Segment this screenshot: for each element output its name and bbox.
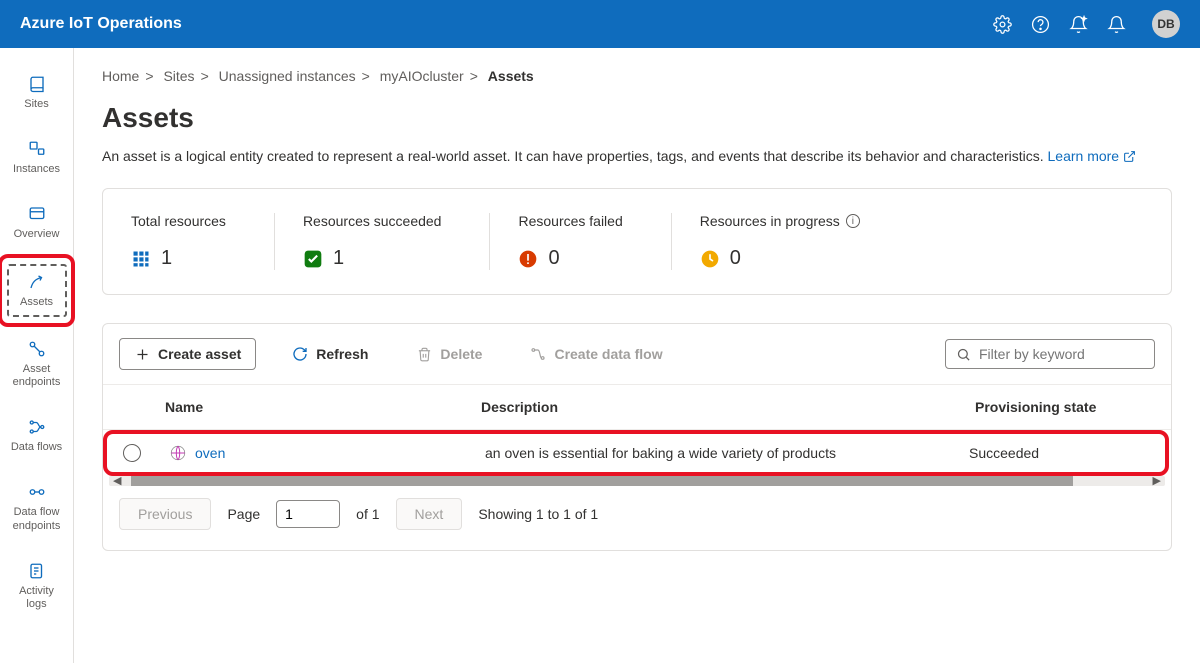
app-header: Azure IoT Operations DB xyxy=(0,0,1200,48)
breadcrumb-unassigned[interactable]: Unassigned instances xyxy=(219,68,356,84)
breadcrumb-sites[interactable]: Sites xyxy=(163,68,194,84)
breadcrumb-current: Assets xyxy=(488,68,534,84)
showing-text: Showing 1 to 1 of 1 xyxy=(478,506,598,522)
success-icon xyxy=(303,249,323,269)
row-select-radio[interactable] xyxy=(123,444,141,462)
sidebar-item-data-flows[interactable]: Data flows xyxy=(0,403,73,468)
refresh-icon xyxy=(292,346,308,362)
create-asset-button[interactable]: Create asset xyxy=(119,338,256,370)
th-name[interactable]: Name xyxy=(161,399,481,415)
logs-icon xyxy=(27,561,47,581)
asset-icon xyxy=(27,272,47,292)
stats-card: Total resources 1 Resources succeeded 1 … xyxy=(102,188,1172,295)
dataflows-icon xyxy=(27,417,47,437)
refresh-button[interactable]: Refresh xyxy=(280,340,380,368)
failed-icon xyxy=(518,249,538,269)
th-description[interactable]: Description xyxy=(481,399,975,415)
search-icon xyxy=(956,347,971,362)
stat-succeeded: Resources succeeded 1 xyxy=(303,213,491,270)
next-button: Next xyxy=(396,498,463,530)
table-header: Name Description Provisioning state xyxy=(103,385,1171,430)
main-content: Home> Sites> Unassigned instances> myAIO… xyxy=(74,48,1200,663)
grid-icon xyxy=(131,249,151,269)
sidebar-item-activity-logs[interactable]: Activity logs xyxy=(0,547,73,625)
learn-more-link[interactable]: Learn more xyxy=(1048,148,1136,164)
asset-row-icon xyxy=(169,444,187,462)
trash-icon xyxy=(416,346,432,362)
row-provisioning: Succeeded xyxy=(969,445,1149,461)
page-description: An asset is a logical entity created to … xyxy=(102,148,1172,164)
pagination: Previous Page of 1 Next Showing 1 to 1 o… xyxy=(103,498,1171,530)
bell-icon[interactable] xyxy=(1106,14,1126,34)
plus-icon xyxy=(134,346,150,362)
stat-total: Total resources 1 xyxy=(131,213,275,270)
page-of: of 1 xyxy=(356,506,379,522)
clock-icon xyxy=(700,249,720,269)
overview-icon xyxy=(27,204,47,224)
sidebar-item-instances[interactable]: Instances xyxy=(0,125,73,190)
product-title: Azure IoT Operations xyxy=(20,15,992,33)
page-title: Assets xyxy=(102,102,1172,134)
flow-icon xyxy=(530,346,546,362)
th-provisioning[interactable]: Provisioning state xyxy=(975,399,1155,415)
flow-endpoints-icon xyxy=(27,482,47,502)
sidebar-nav: Sites Instances Overview Assets Asset en… xyxy=(0,48,74,663)
sidebar-item-asset-endpoints[interactable]: Asset endpoints xyxy=(0,325,73,403)
filter-input[interactable] xyxy=(979,346,1144,362)
breadcrumb-home[interactable]: Home xyxy=(102,68,139,84)
table-row[interactable]: oven an oven is essential for baking a w… xyxy=(107,434,1165,472)
book-icon xyxy=(27,74,47,94)
asset-link[interactable]: oven xyxy=(195,445,225,461)
user-avatar[interactable]: DB xyxy=(1152,10,1180,38)
assets-table-card: Create asset Refresh Delete Create data … xyxy=(102,323,1172,551)
sidebar-item-data-flow-endpoints[interactable]: Data flow endpoints xyxy=(0,468,73,546)
horizontal-scrollbar[interactable]: ◀▶ xyxy=(109,476,1165,486)
help-icon[interactable] xyxy=(1030,14,1050,34)
delete-button: Delete xyxy=(404,340,494,368)
previous-button: Previous xyxy=(119,498,211,530)
sidebar-item-overview[interactable]: Overview xyxy=(0,190,73,255)
row-description: an oven is essential for baking a wide v… xyxy=(485,445,969,461)
toolbar: Create asset Refresh Delete Create data … xyxy=(103,324,1171,385)
sidebar-item-sites[interactable]: Sites xyxy=(0,60,73,125)
instances-icon xyxy=(27,139,47,159)
sparkle-bell-icon[interactable] xyxy=(1068,14,1088,34)
info-icon[interactable]: i xyxy=(846,214,860,228)
stat-progress: Resources in progress i 0 xyxy=(700,213,860,270)
breadcrumb: Home> Sites> Unassigned instances> myAIO… xyxy=(102,68,1172,84)
create-dataflow-button: Create data flow xyxy=(518,340,674,368)
settings-icon[interactable] xyxy=(992,14,1012,34)
breadcrumb-cluster[interactable]: myAIOcluster xyxy=(380,68,464,84)
filter-input-wrapper[interactable] xyxy=(945,339,1155,369)
header-actions: DB xyxy=(992,10,1180,38)
page-number-input[interactable] xyxy=(276,500,340,528)
endpoints-icon xyxy=(27,339,47,359)
stat-failed: Resources failed 0 xyxy=(518,213,671,270)
sidebar-item-assets[interactable]: Assets xyxy=(0,256,73,325)
page-label: Page xyxy=(227,506,260,522)
